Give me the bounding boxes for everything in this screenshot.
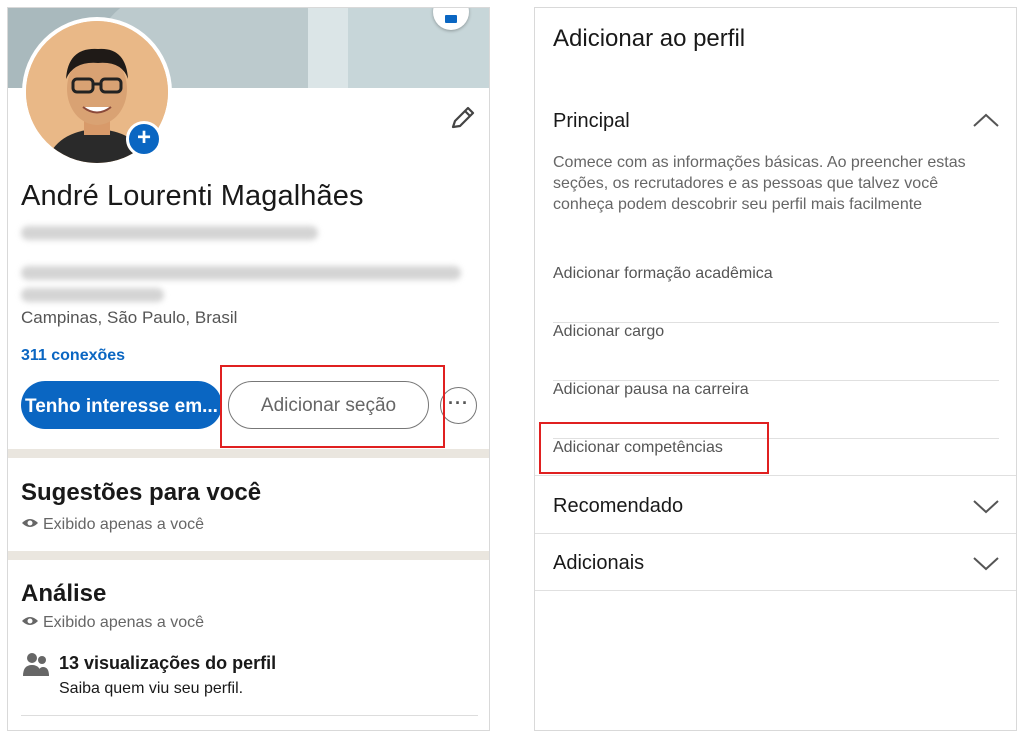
blurred-company-2 bbox=[21, 288, 164, 302]
profile-location: Campinas, São Paulo, Brasil bbox=[21, 308, 238, 327]
add-education-item[interactable]: Adicionar formação acadêmica bbox=[553, 265, 999, 323]
profile-name: André Lourenti Magalhães bbox=[21, 180, 364, 212]
divider bbox=[535, 590, 1016, 591]
section-divider bbox=[8, 449, 489, 458]
interest-button[interactable]: Tenho interesse em... bbox=[21, 381, 222, 429]
profile-views-title[interactable]: 13 visualizações do perfil bbox=[59, 653, 276, 674]
add-position-item[interactable]: Adicionar cargo bbox=[553, 323, 999, 381]
section-divider-2 bbox=[8, 551, 489, 560]
chevron-down-icon[interactable] bbox=[973, 557, 999, 571]
highlight-box-add-skills bbox=[539, 422, 769, 474]
more-options-button[interactable]: ··· bbox=[440, 387, 477, 424]
section-recommended-header[interactable]: Recomendado bbox=[553, 495, 683, 518]
panel-title: Adicionar ao perfil bbox=[553, 25, 746, 52]
analysis-visibility: Exibido apenas a você bbox=[21, 614, 204, 632]
principal-description: Comece com as informações básicas. Ao pr… bbox=[553, 154, 966, 213]
people-icon bbox=[23, 653, 49, 676]
blurred-company bbox=[21, 266, 461, 280]
profile-views-sub: Saiba quem viu seu perfil. bbox=[59, 680, 244, 697]
analysis-title: Análise bbox=[21, 580, 107, 607]
add-photo-button[interactable]: + bbox=[126, 121, 162, 157]
section-principal-header[interactable]: Principal bbox=[553, 110, 630, 133]
edit-pencil-icon[interactable] bbox=[448, 103, 478, 133]
camera-icon bbox=[445, 15, 457, 23]
divider bbox=[535, 533, 1016, 534]
connections-link[interactable]: 311 conexões bbox=[21, 347, 125, 365]
item-label: Adicionar pausa na carreira bbox=[553, 381, 749, 398]
eye-icon bbox=[22, 519, 38, 528]
suggestions-visibility: Exibido apenas a você bbox=[21, 516, 204, 534]
chevron-up-icon[interactable] bbox=[973, 113, 999, 127]
item-label: Adicionar formação acadêmica bbox=[553, 265, 773, 282]
add-to-profile-panel: Adicionar ao perfil Principal Comece com… bbox=[534, 7, 1017, 731]
divider bbox=[21, 715, 478, 716]
blurred-headline bbox=[21, 226, 318, 240]
profile-panel: + André Lourenti Magalhães Campinas, São… bbox=[7, 7, 490, 731]
item-label: Adicionar cargo bbox=[553, 323, 665, 340]
eye-icon bbox=[22, 617, 38, 626]
suggestions-title: Sugestões para você bbox=[21, 479, 262, 506]
highlight-box-add-section bbox=[220, 365, 445, 448]
screenshot-root: + André Lourenti Magalhães Campinas, São… bbox=[0, 0, 1024, 738]
section-additional-header[interactable]: Adicionais bbox=[553, 552, 644, 575]
divider bbox=[535, 475, 1016, 476]
chevron-down-icon[interactable] bbox=[973, 500, 999, 514]
